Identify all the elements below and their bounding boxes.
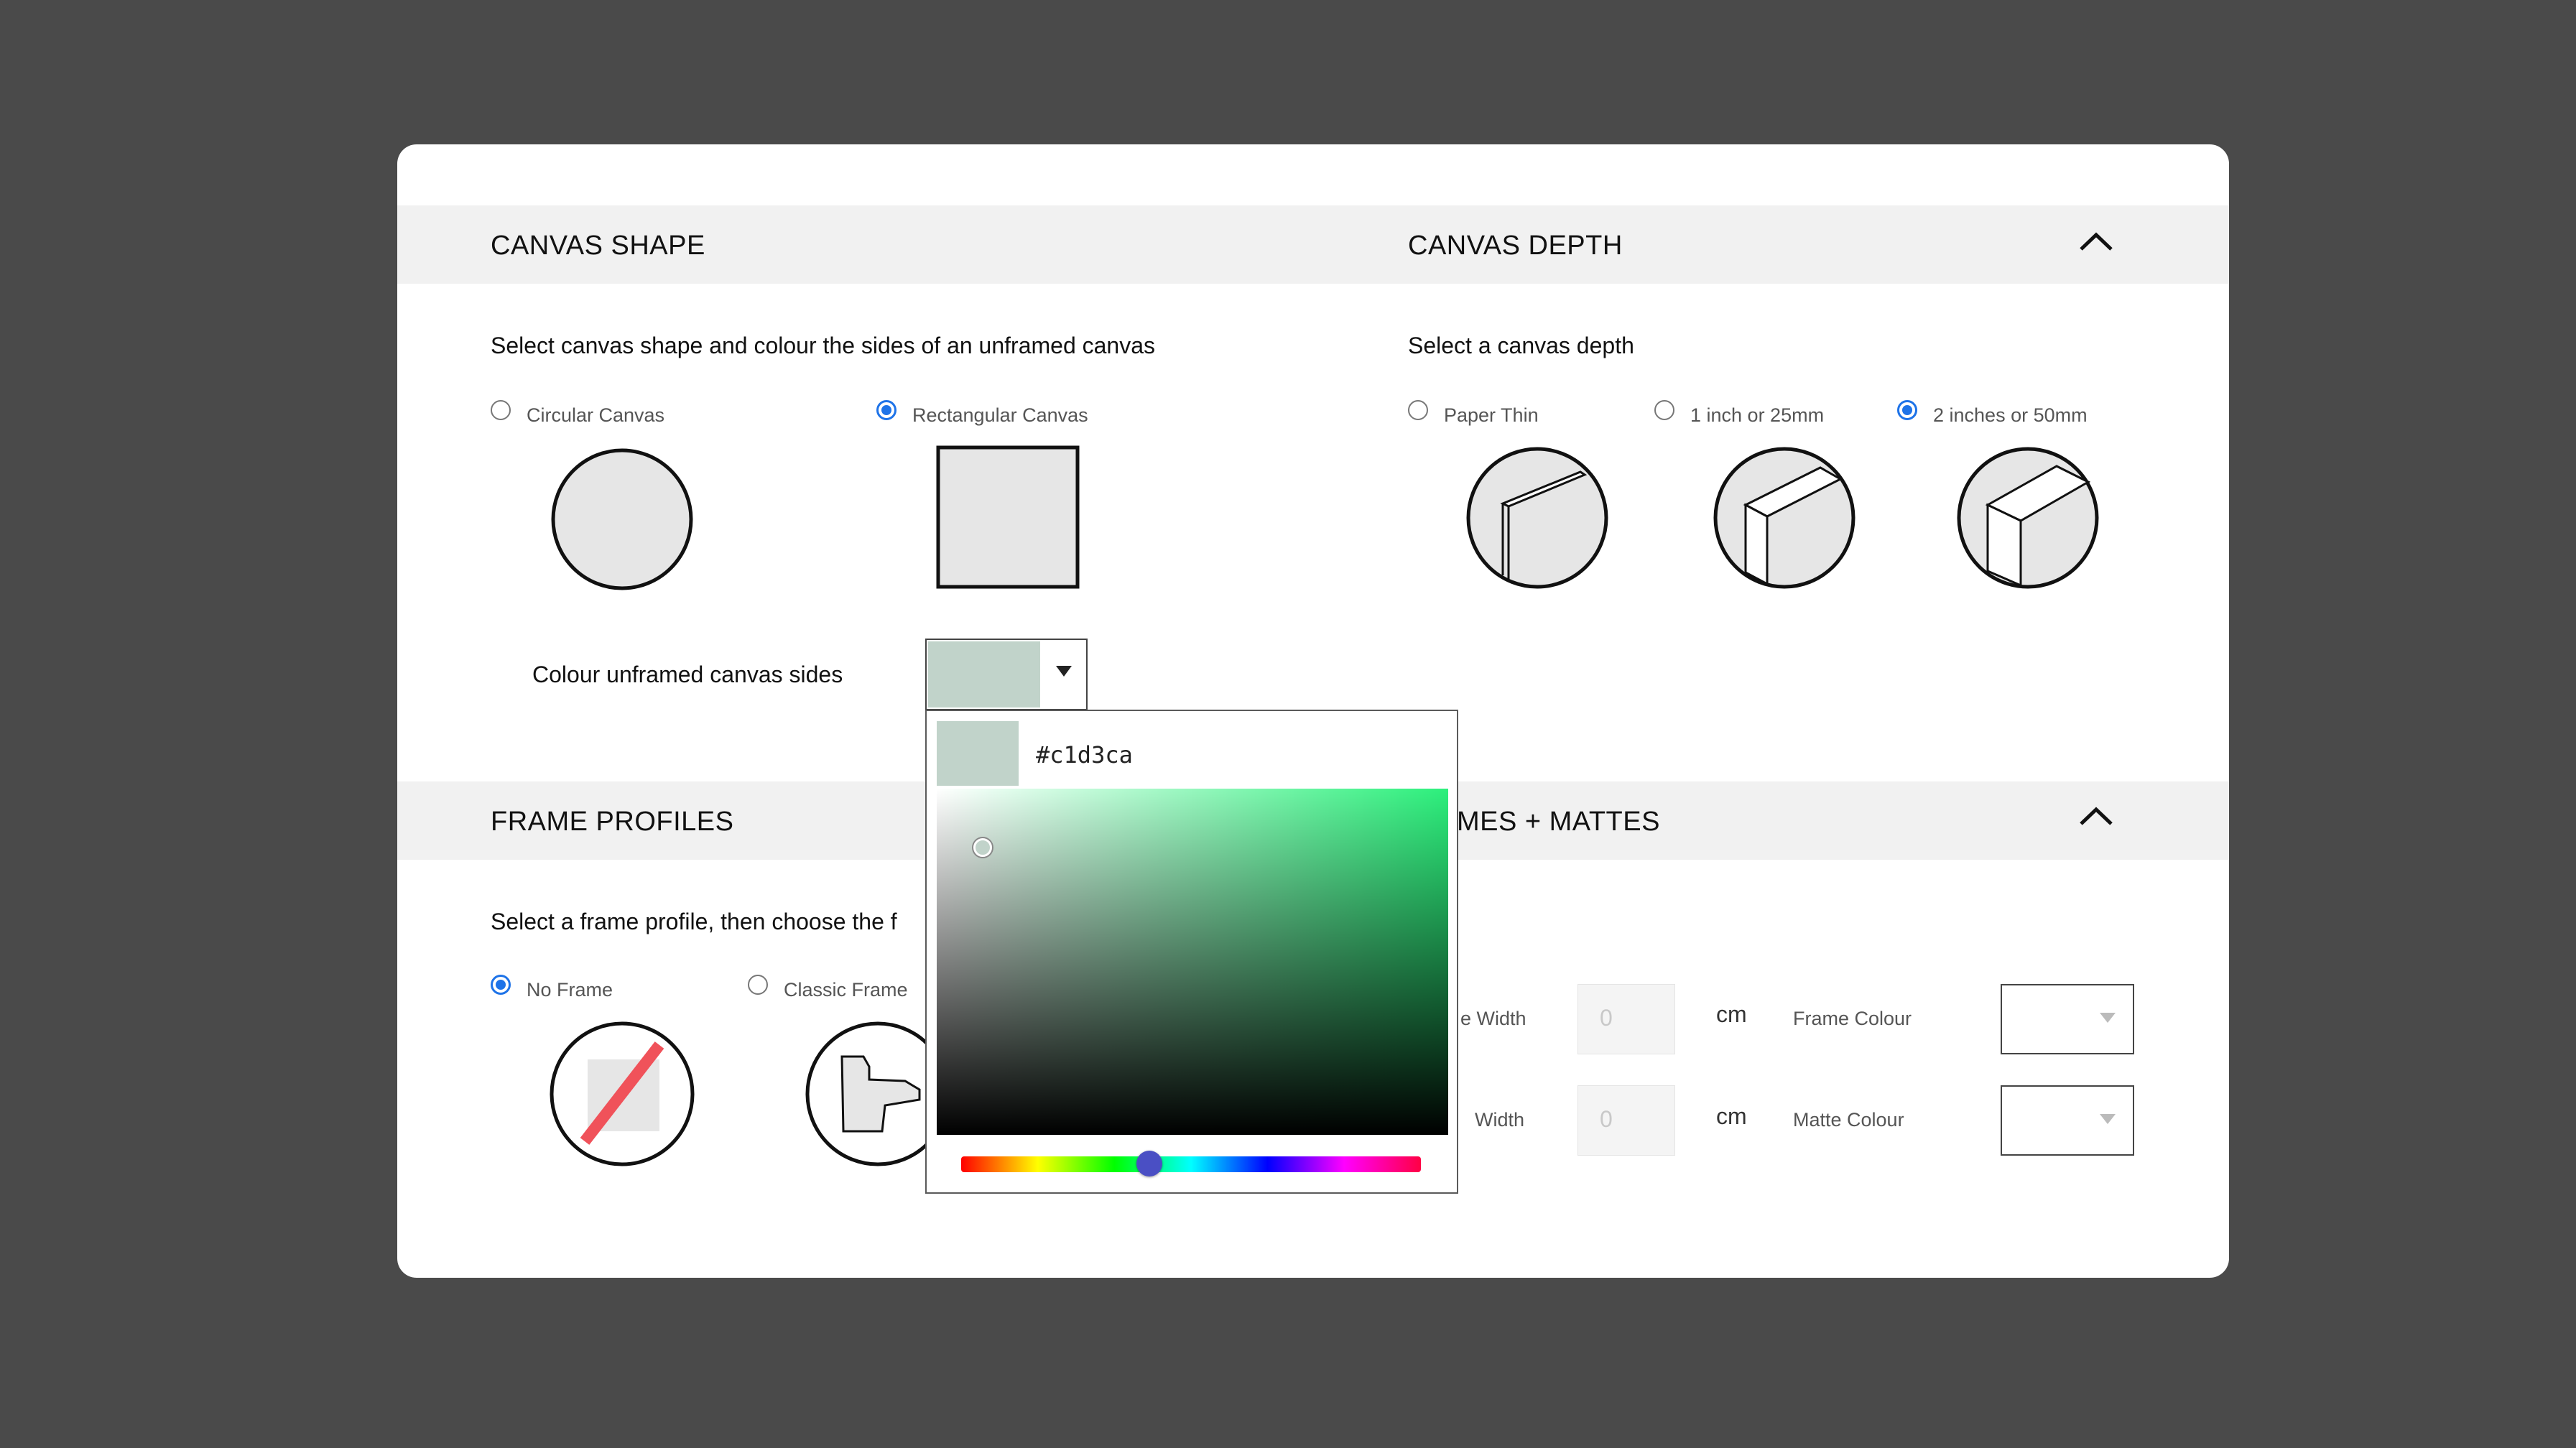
collapse-chevron-up-icon-2[interactable] [2078, 805, 2114, 828]
circular-canvas-icon[interactable] [550, 447, 694, 595]
colour-sides-dropdown[interactable] [925, 639, 1088, 710]
hue-slider[interactable] [961, 1151, 1421, 1176]
frame-profiles-description: Select a frame profile, then choose the … [491, 909, 897, 934]
frame-width-unit: cm [1716, 1001, 1747, 1027]
canvas-shape-description: Select canvas shape and colour the sides… [491, 333, 1156, 358]
no-frame-option[interactable]: No Frame [491, 975, 663, 1003]
paper-thin-label: Paper Thin [1444, 404, 1539, 426]
circular-canvas-option[interactable]: Circular Canvas [491, 400, 706, 429]
classic-frame-radio[interactable] [748, 975, 768, 995]
color-picker-popup: #c1d3ca [925, 710, 1458, 1194]
frame-colour-label: Frame Colour [1793, 1008, 1912, 1029]
hue-slider-handle[interactable] [1136, 1151, 1163, 1176]
frame-width-input[interactable]: 0 [1577, 984, 1675, 1054]
matte-colour-label: Matte Colour [1793, 1109, 1904, 1131]
matte-width-input[interactable]: 0 [1577, 1085, 1675, 1156]
frame-width-label: e Width [1460, 1008, 1526, 1029]
collapse-chevron-up-icon[interactable] [2078, 231, 2114, 254]
matte-width-label: Width [1475, 1109, 1525, 1131]
colour-sides-label: Colour unframed canvas sides [532, 662, 843, 687]
picker-preview-swatch [937, 721, 1019, 786]
two-inch-radio[interactable] [1897, 400, 1917, 420]
classic-frame-option[interactable]: Classic Frame [748, 975, 949, 1003]
rectangular-canvas-label: Rectangular Canvas [912, 404, 1088, 426]
saturation-value-handle[interactable] [973, 837, 993, 857]
rectangular-canvas-icon[interactable] [936, 445, 1080, 593]
one-inch-icon[interactable] [1713, 446, 1856, 593]
dropdown-arrow-icon [2100, 1013, 2116, 1023]
no-frame-icon[interactable] [549, 1021, 695, 1171]
rectangular-canvas-option[interactable]: Rectangular Canvas [876, 400, 1121, 429]
one-inch-radio[interactable] [1654, 400, 1674, 420]
matte-colour-select[interactable] [2001, 1085, 2134, 1156]
picker-hex-value[interactable]: #c1d3ca [1036, 741, 1133, 769]
saturation-value-area[interactable] [937, 789, 1448, 1135]
canvas-depth-description: Select a canvas depth [1408, 333, 1634, 358]
frame-colour-select[interactable] [2001, 984, 2134, 1054]
classic-frame-label: Classic Frame [784, 979, 908, 1001]
frames-mattes-title: MES + MATTES [1457, 807, 1660, 837]
canvas-shape-title: CANVAS SHAPE [491, 231, 705, 261]
dropdown-arrow-icon [2100, 1114, 2116, 1124]
colour-swatch [928, 641, 1040, 707]
rectangular-canvas-radio[interactable] [876, 400, 896, 420]
two-inch-icon[interactable] [1956, 446, 2100, 593]
canvas-depth-title: CANVAS DEPTH [1408, 231, 1623, 261]
dropdown-arrow-icon [1056, 666, 1072, 677]
sv-black-overlay [937, 789, 1448, 1135]
paper-thin-option[interactable]: Paper Thin [1408, 400, 1595, 429]
circular-canvas-radio[interactable] [491, 400, 511, 420]
no-frame-label: No Frame [527, 979, 613, 1001]
paper-thin-radio[interactable] [1408, 400, 1428, 420]
two-inch-label: 2 inches or 50mm [1933, 404, 2088, 426]
paper-thin-icon[interactable] [1465, 446, 1609, 593]
one-inch-option[interactable]: 1 inch or 25mm [1654, 400, 1870, 429]
matte-width-unit: cm [1716, 1103, 1747, 1129]
frame-profiles-title: FRAME PROFILES [491, 807, 734, 837]
two-inch-option[interactable]: 2 inches or 50mm [1897, 400, 2141, 429]
circular-canvas-label: Circular Canvas [527, 404, 665, 426]
no-frame-radio[interactable] [491, 975, 511, 995]
one-inch-label: 1 inch or 25mm [1690, 404, 1825, 426]
